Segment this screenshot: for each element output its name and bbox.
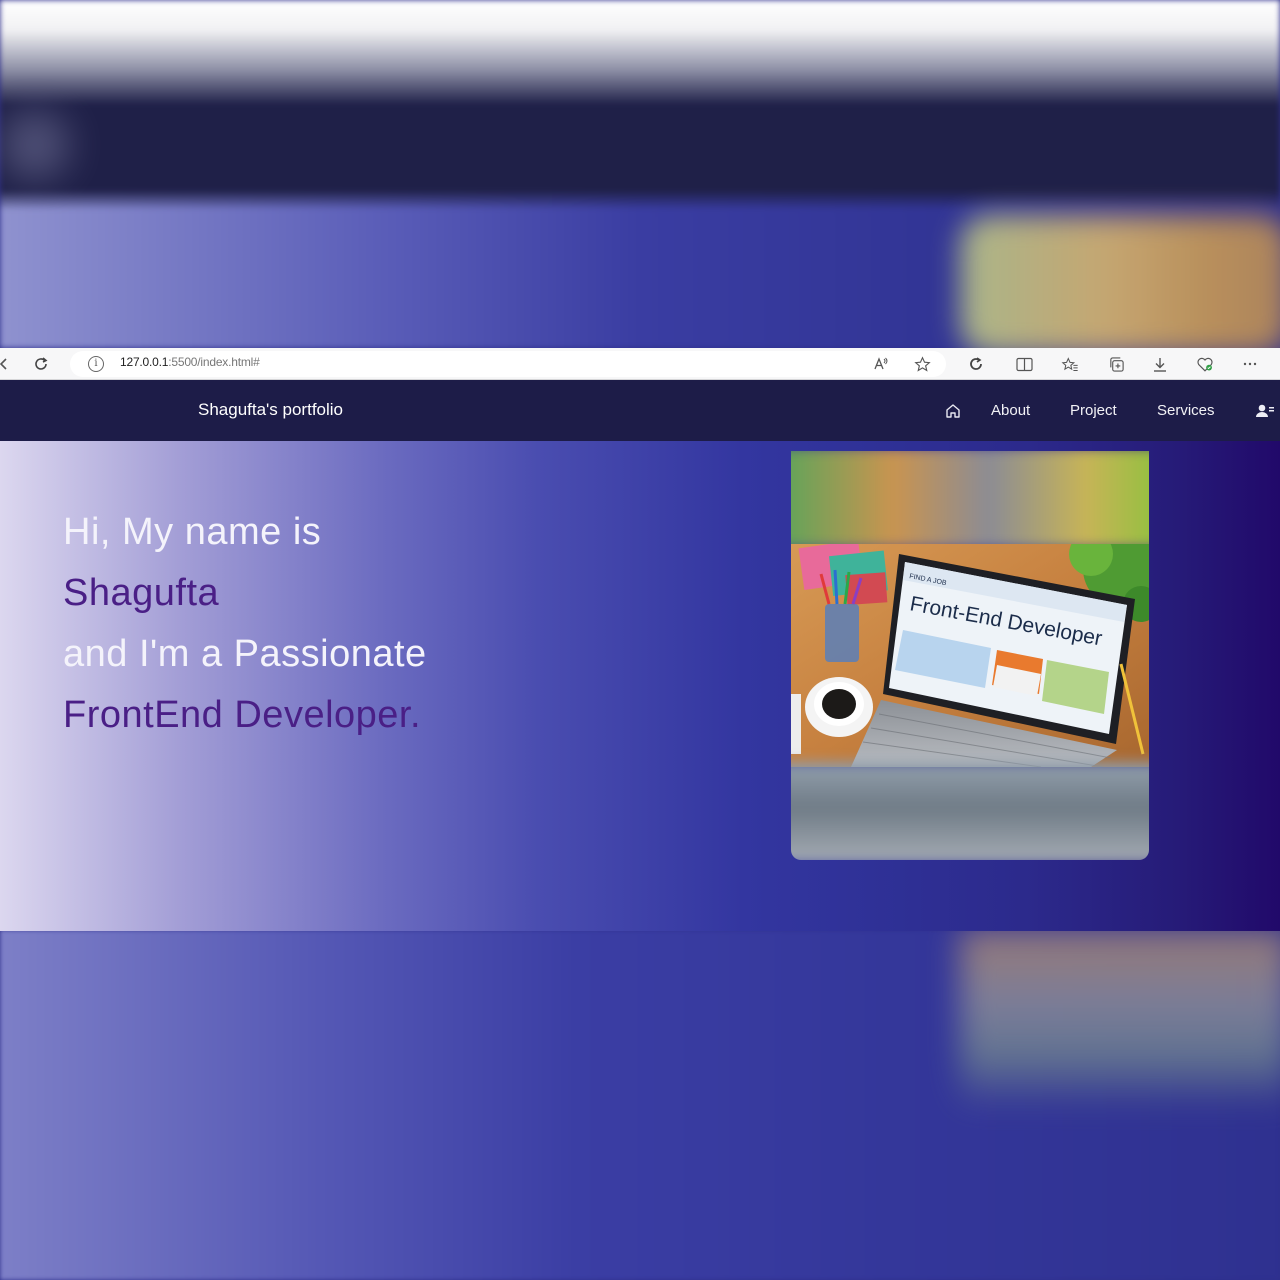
browser-essentials-icon[interactable] — [1193, 352, 1217, 376]
back-icon[interactable] — [0, 352, 16, 376]
hero-illustration: FIND A JOB Front-End Developer — [791, 451, 1149, 860]
info-icon[interactable]: i — [88, 356, 104, 372]
hero-section: Hi, My name is Shagufta and I'm a Passio… — [0, 441, 1280, 931]
address-text[interactable]: 127.0.0.1:5500/index.html# — [120, 355, 260, 369]
hero-illustration-blur-bottom — [791, 762, 1149, 860]
site-navbar: Shagufta's portfolio About Project Servi… — [0, 380, 1280, 441]
hero-role: FrontEnd Developer. — [63, 694, 422, 736]
nav-link-project[interactable]: Project — [1070, 402, 1117, 419]
favorite-star-icon[interactable] — [910, 352, 934, 376]
hero-illustration-photo: FIND A JOB Front-End Developer — [791, 544, 1149, 767]
read-aloud-icon[interactable] — [869, 352, 893, 376]
hero-greeting: Hi, My name is — [63, 511, 322, 553]
nav-link-about[interactable]: About — [991, 402, 1030, 419]
blurred-background-image-bottom — [960, 930, 1280, 1110]
refresh-icon[interactable] — [29, 352, 53, 376]
favorites-icon[interactable] — [1058, 352, 1082, 376]
hero-tagline: and I'm a Passionate — [63, 633, 427, 675]
hero-name: Shagufta — [63, 572, 220, 614]
nav-link-services[interactable]: Services — [1157, 402, 1215, 419]
address-bar[interactable]: i 127.0.0.1:5500/index.html# — [70, 351, 946, 377]
hero-illustration-blur-top — [791, 451, 1149, 549]
browser-toolbar: i 127.0.0.1:5500/index.html# — [0, 348, 1280, 380]
split-screen-icon[interactable] — [1012, 352, 1036, 376]
more-icon[interactable] — [1238, 352, 1262, 376]
download-icon[interactable] — [1148, 352, 1172, 376]
home-icon[interactable] — [944, 402, 962, 420]
collections-icon[interactable] — [1104, 352, 1128, 376]
address-path: :5500/index.html# — [168, 355, 260, 369]
extensions-icon[interactable] — [964, 352, 988, 376]
blurred-background-image-top — [960, 215, 1280, 355]
user-icon[interactable] — [1255, 402, 1274, 420]
address-host: 127.0.0.1 — [120, 355, 169, 369]
brand-logo-text[interactable]: Shagufta's portfolio — [198, 400, 343, 420]
blurred-background-blob — [0, 110, 70, 180]
